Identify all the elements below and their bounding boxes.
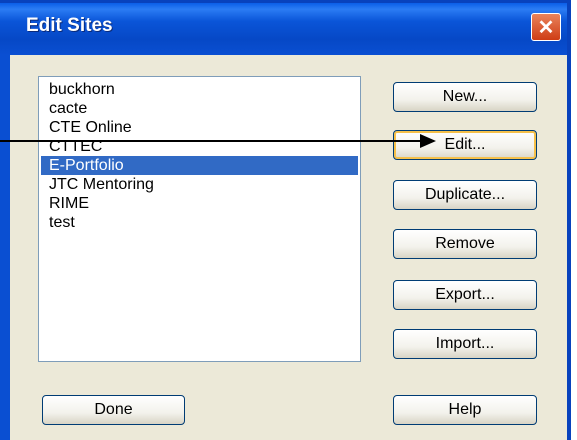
export-button[interactable]: Export... [393, 280, 537, 310]
title-bar: Edit Sites ✕ [0, 3, 567, 55]
new-button[interactable]: New... [393, 82, 537, 112]
site-item-cacte[interactable]: cacte [41, 99, 358, 118]
done-button[interactable]: Done [42, 395, 185, 425]
sites-listbox[interactable]: buckhorn cacte CTE Online CTTEC E-Portfo… [38, 76, 361, 362]
window-title: Edit Sites [26, 15, 113, 36]
site-item-test[interactable]: test [41, 213, 358, 232]
close-icon: ✕ [537, 16, 555, 39]
site-item-jtc-mentoring[interactable]: JTC Mentoring [41, 175, 358, 194]
site-item-e-portfolio[interactable]: E-Portfolio [41, 156, 358, 175]
help-button[interactable]: Help [393, 395, 537, 425]
site-item-buckhorn[interactable]: buckhorn [41, 80, 358, 99]
import-button[interactable]: Import... [393, 329, 537, 359]
close-button[interactable]: ✕ [531, 13, 561, 41]
site-item-rime[interactable]: RIME [41, 194, 358, 213]
arrow-right-icon [0, 134, 436, 148]
window-frame-left [0, 55, 10, 440]
remove-button[interactable]: Remove [393, 229, 537, 259]
edit-sites-dialog: Edit Sites ✕ buckhorn cacte CTE Online C… [0, 0, 571, 440]
duplicate-button[interactable]: Duplicate... [393, 180, 537, 210]
